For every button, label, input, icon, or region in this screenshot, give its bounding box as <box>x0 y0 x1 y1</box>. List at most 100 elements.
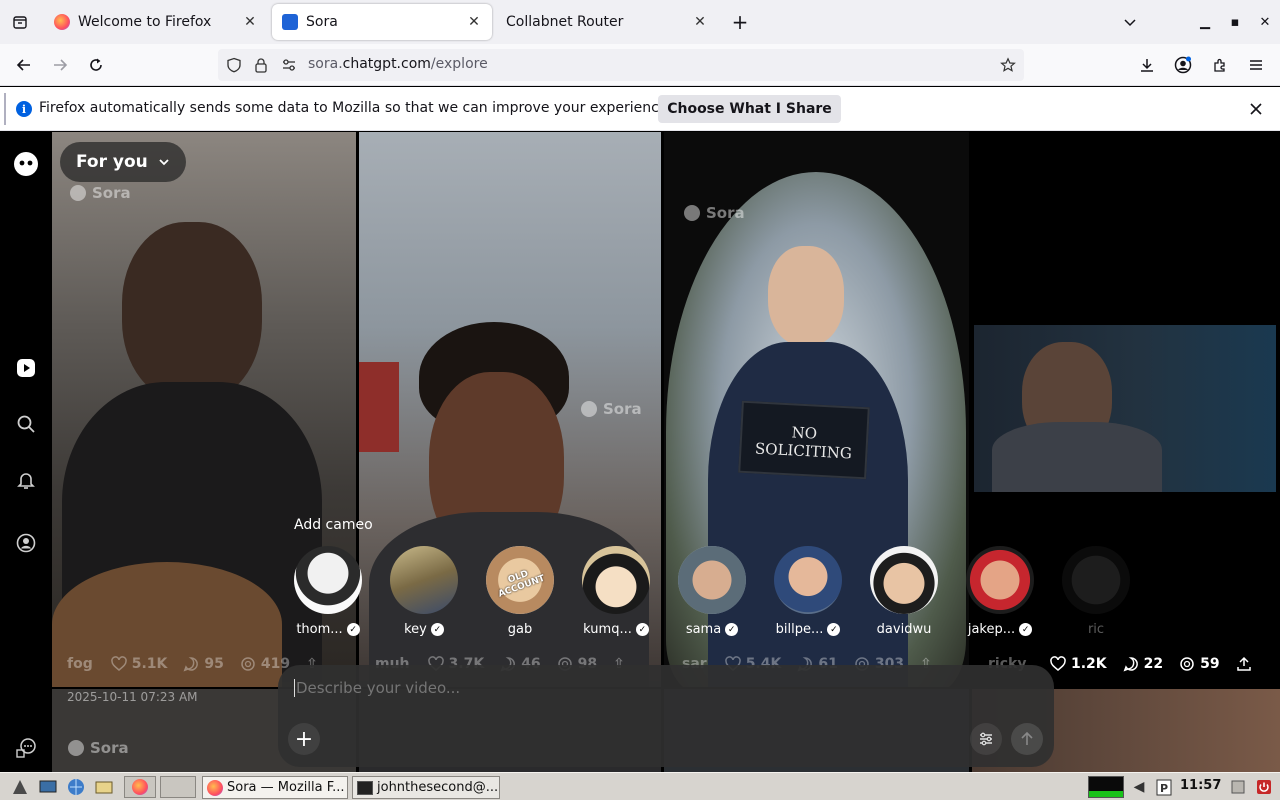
extensions-puzzle-icon[interactable] <box>1205 51 1235 79</box>
cameo-name: sama <box>685 622 722 637</box>
file-manager-icon[interactable] <box>92 776 116 798</box>
tracking-shield-icon[interactable] <box>224 55 244 75</box>
send-arrow-icon[interactable] <box>1011 723 1043 755</box>
maximize-icon[interactable]: ▪ <box>1223 10 1247 34</box>
cameo-jakep[interactable]: jakep... ✓ <box>965 546 1035 637</box>
verified-check-icon: ✓ <box>827 623 841 636</box>
desktop-taskbar: Sora — Mozilla F... johnthesecond@... ◀ … <box>0 772 1280 800</box>
firefox-launcher-icon[interactable] <box>124 776 156 798</box>
settings-sliders-icon[interactable] <box>970 723 1002 755</box>
hamburger-menu-icon[interactable] <box>1241 51 1271 79</box>
account-icon[interactable] <box>1168 51 1198 79</box>
task-label: johnthesecond@... <box>377 780 499 795</box>
clipboard-icon[interactable]: P <box>1154 776 1174 798</box>
cameo-davidwu[interactable]: davidwu <box>869 546 939 637</box>
cameo-ric[interactable]: ric <box>1061 546 1131 637</box>
avatar <box>966 546 1034 614</box>
volume-icon[interactable]: ◀ <box>1128 776 1150 798</box>
search-icon[interactable] <box>12 410 40 438</box>
firefox-icon <box>207 779 223 796</box>
show-desktop-icon[interactable] <box>36 776 60 798</box>
choose-what-i-share-button[interactable]: Choose What I Share <box>658 95 841 123</box>
start-menu-icon[interactable] <box>8 776 32 798</box>
sora-logo-icon[interactable] <box>12 150 40 178</box>
new-tab-button[interactable]: + <box>726 8 754 36</box>
sora-logo-icon <box>70 185 86 201</box>
cameo-name: gab <box>507 622 533 637</box>
notifications-bell-icon[interactable] <box>12 466 40 494</box>
avatar <box>294 546 362 614</box>
video-date: 2025-10-11 07:23 AM <box>67 690 198 704</box>
video-stats-ricky: 1.2K 22 59 <box>1050 654 1268 674</box>
power-icon[interactable] <box>1254 776 1274 798</box>
reload-icon[interactable] <box>81 51 111 79</box>
url-text[interactable]: sora.chatgpt.com/explore <box>308 56 488 72</box>
like-button[interactable]: 5.1K <box>110 656 168 672</box>
browser-launcher-icon[interactable] <box>64 776 88 798</box>
user-switch-icon[interactable] <box>1228 776 1248 798</box>
feed-selector-label: For you <box>76 152 148 172</box>
comment-count: 95 <box>204 656 224 672</box>
empty-task-slot[interactable] <box>160 776 196 798</box>
lock-icon[interactable] <box>251 55 271 75</box>
cameo-key[interactable]: key ✓ <box>389 546 459 637</box>
cameo-kumq[interactable]: kumq... ✓ <box>581 546 651 637</box>
tab-bar: Welcome to Firefox ✕ Sora ✕ Collabnet Ro… <box>0 0 1280 44</box>
cameo-thom[interactable]: thom... ✓ <box>293 546 363 637</box>
info-icon: i <box>16 101 32 117</box>
comment-button[interactable]: 22 <box>1123 656 1163 672</box>
close-tab-icon[interactable]: ✕ <box>238 10 262 34</box>
close-window-icon[interactable]: ✕ <box>1253 10 1277 34</box>
url-bar[interactable]: sora.chatgpt.com/explore <box>218 49 1024 81</box>
bookmark-star-icon[interactable] <box>998 55 1018 75</box>
like-count: 5.1K <box>131 656 168 672</box>
video-author[interactable]: fog <box>67 656 93 672</box>
sora-logo-icon <box>581 401 597 417</box>
forward-arrow-icon[interactable] <box>45 51 75 79</box>
taskbar-task-terminal[interactable]: johnthesecond@... <box>352 776 500 799</box>
navigation-toolbar: sora.chatgpt.com/explore <box>0 44 1280 86</box>
comment-button[interactable]: 95 <box>183 656 224 672</box>
list-tabs-chevron-icon[interactable] <box>1116 8 1144 36</box>
tab-welcome[interactable]: Welcome to Firefox ✕ <box>44 4 268 40</box>
cameo-name: billpe... <box>775 622 824 637</box>
remix-count: 59 <box>1200 656 1220 672</box>
explore-play-icon[interactable] <box>12 354 40 382</box>
like-button[interactable]: 1.2K <box>1050 656 1107 672</box>
url-host: chatgpt.com <box>342 56 431 72</box>
back-arrow-icon[interactable] <box>9 51 39 79</box>
close-tab-icon[interactable]: ✕ <box>688 10 712 34</box>
cameo-gab[interactable]: OLD ACCOUNT gab <box>485 546 555 637</box>
taskbar-task-firefox[interactable]: Sora — Mozilla F... <box>202 776 348 799</box>
video-subject-body <box>992 422 1162 492</box>
sidebar <box>0 132 52 772</box>
video-subject <box>768 246 844 346</box>
site-permissions-icon[interactable] <box>279 55 299 75</box>
remix-button[interactable]: 419 <box>240 656 290 672</box>
close-icon[interactable] <box>1244 97 1268 121</box>
sora-watermark: Sora <box>684 204 745 222</box>
sora-logo-icon <box>68 740 84 756</box>
add-attachment-button[interactable]: + <box>288 723 320 755</box>
clock[interactable]: 11:57 <box>1180 778 1221 793</box>
downloads-icon[interactable] <box>1132 51 1162 79</box>
remix-button[interactable]: 59 <box>1179 656 1220 672</box>
close-tab-icon[interactable]: ✕ <box>462 10 486 34</box>
comment-icon <box>1123 657 1138 672</box>
describe-video-input[interactable] <box>294 679 994 697</box>
tab-collabnet[interactable]: Collabnet Router ✕ <box>496 4 718 40</box>
feed-selector-dropdown[interactable]: For you <box>60 142 186 182</box>
cameo-billpe[interactable]: billpe... ✓ <box>773 546 843 637</box>
wall-poster <box>359 362 399 452</box>
firefox-view-icon[interactable] <box>6 8 34 36</box>
tab-sora[interactable]: Sora ✕ <box>272 4 492 40</box>
cameo-sama[interactable]: sama ✓ <box>677 546 747 637</box>
profile-icon[interactable] <box>12 529 40 557</box>
svg-text:P: P <box>1160 782 1168 795</box>
minimize-icon[interactable]: ▁ <box>1193 10 1217 34</box>
cameo-name: thom... <box>296 622 343 637</box>
sora-watermark: Sora <box>68 739 129 757</box>
cameo-name: jakep... <box>967 622 1016 637</box>
chat-bubble-icon[interactable] <box>12 734 40 762</box>
share-icon[interactable] <box>1236 656 1252 672</box>
